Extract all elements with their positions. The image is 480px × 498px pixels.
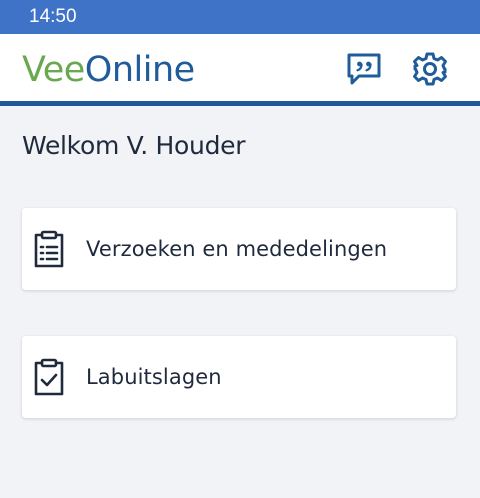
lab-results-card[interactable]: Labuitslagen	[22, 336, 456, 418]
clipboard-list-icon	[34, 230, 64, 268]
lab-results-card-label: Labuitslagen	[86, 365, 222, 389]
requests-card[interactable]: Verzoeken en mededelingen	[22, 208, 456, 290]
requests-card-label: Verzoeken en mededelingen	[86, 237, 388, 261]
app-logo: VeeOnline	[22, 50, 195, 90]
clipboard-check-icon	[34, 358, 64, 396]
speech-bubble-quote-icon	[347, 53, 381, 85]
app-bar-divider	[0, 101, 480, 106]
status-time: 14:50	[29, 6, 77, 27]
welcome-text: Welkom V. Houder	[22, 131, 246, 160]
logo-vee: Vee	[22, 50, 85, 90]
status-bar: 14:50	[0, 0, 480, 34]
gear-icon	[413, 52, 447, 86]
settings-button[interactable]	[411, 50, 449, 88]
logo-online: Online	[84, 50, 195, 90]
feedback-button[interactable]	[345, 50, 383, 88]
